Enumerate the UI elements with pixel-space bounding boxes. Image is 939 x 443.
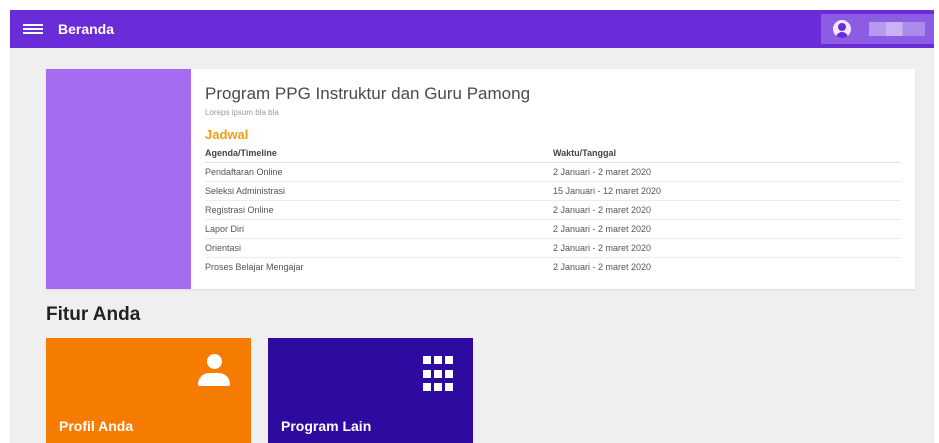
user-name-redacted: [869, 22, 925, 36]
date-cell: 2 Januari - 2 maret 2020: [553, 219, 901, 239]
hamburger-menu-icon[interactable]: [23, 22, 43, 36]
user-menu[interactable]: [821, 14, 934, 44]
person-icon: [195, 354, 233, 392]
agenda-cell: Proses Belajar Mengajar: [205, 261, 304, 272]
date-cell: 15 Januari - 12 maret 2020: [553, 181, 901, 201]
program-subtitle: Loreps ipsum bla bla: [205, 108, 279, 117]
other-programs-tile-label: Program Lain: [281, 418, 372, 434]
program-title: Program PPG Instruktur dan Guru Pamong: [205, 84, 531, 103]
main-content: Program PPG Instruktur dan Guru Pamong L…: [10, 48, 934, 443]
schedule-table: Agenda/Timeline Waktu/Tanggal Pendaftara…: [205, 145, 901, 276]
table-row: Registrasi Online 2 Januari - 2 maret 20…: [205, 200, 901, 220]
profile-tile[interactable]: Profil Anda: [46, 338, 251, 443]
table-row: Pendaftaran Online 2 Januari - 2 maret 2…: [205, 162, 901, 182]
program-card-image: [46, 69, 191, 289]
page-title: Beranda: [58, 21, 115, 37]
table-row: Proses Belajar Mengajar 2 Januari - 2 ma…: [205, 257, 901, 276]
agenda-cell: Seleksi Administrasi: [205, 181, 553, 201]
schedule-heading: Jadwal: [205, 127, 249, 142]
column-header-date: Waktu/Tanggal: [553, 145, 901, 163]
agenda-cell: Lapor Diri: [205, 219, 553, 239]
date-cell: 2 Januari - 2 maret 2020: [553, 162, 901, 182]
profile-tile-label: Profil Anda: [59, 418, 134, 434]
agenda-cell: Pendaftaran Online: [205, 162, 553, 182]
other-programs-tile[interactable]: Program Lain: [268, 338, 473, 443]
table-row: Lapor Diri 2 Januari - 2 maret 2020: [205, 219, 901, 239]
app-bar: Beranda: [10, 10, 934, 48]
date-cell: 2 Januari - 2 maret 2020: [553, 238, 901, 258]
table-row: Orientasi 2 Januari - 2 maret 2020: [205, 238, 901, 258]
date-cell: 2 Januari - 2 maret 2020: [553, 200, 901, 220]
agenda-cell: Orientasi: [205, 238, 553, 258]
table-row: Seleksi Administrasi 15 Januari - 12 mar…: [205, 181, 901, 201]
column-header-agenda: Agenda/Timeline: [205, 145, 553, 163]
program-card-body: Program PPG Instruktur dan Guru Pamong L…: [205, 84, 901, 276]
account-circle-icon[interactable]: [833, 20, 851, 38]
date-cell: 2 Januari - 2 maret 2020: [553, 261, 652, 272]
features-heading: Fitur Anda: [46, 304, 141, 325]
program-card: Program PPG Instruktur dan Guru Pamong L…: [46, 69, 915, 289]
table-header-row: Agenda/Timeline Waktu/Tanggal: [205, 145, 901, 163]
apps-grid-icon: [423, 356, 453, 394]
agenda-cell: Registrasi Online: [205, 200, 553, 220]
